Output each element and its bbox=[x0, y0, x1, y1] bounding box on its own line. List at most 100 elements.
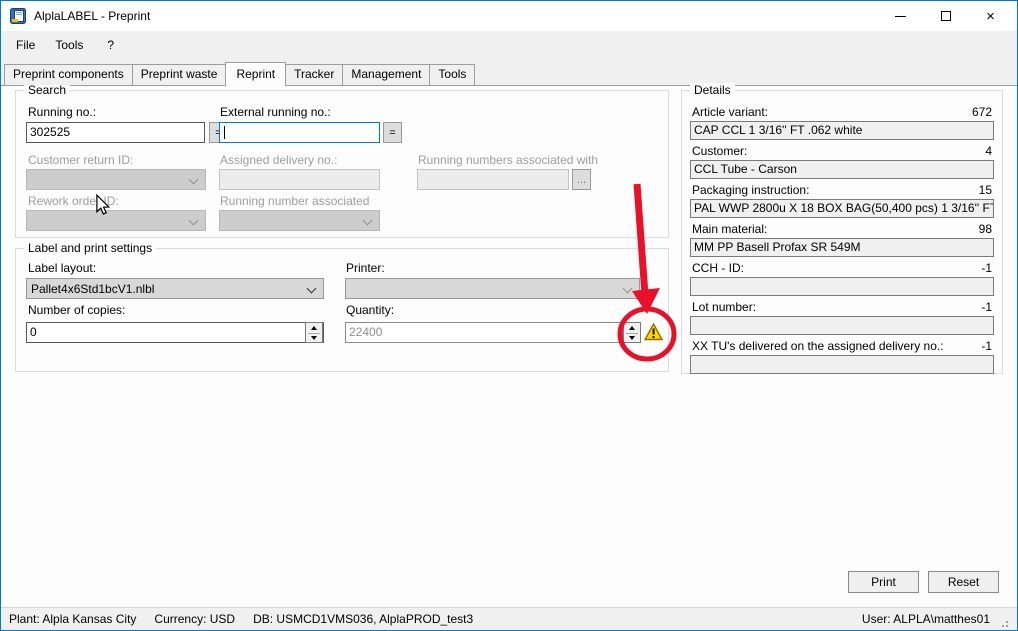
status-db: DB: USMCD1VMS036, AlplaPROD_test3 bbox=[253, 612, 473, 626]
quantity-spinner[interactable] bbox=[623, 322, 641, 343]
detail-label: CCH - ID: bbox=[692, 261, 744, 275]
maximize-icon bbox=[941, 11, 951, 21]
warning-triangle-icon bbox=[644, 323, 663, 341]
reset-button[interactable]: Reset bbox=[928, 571, 999, 593]
running-no-input[interactable]: 302525 bbox=[26, 122, 205, 143]
detail-row-tus-delivered: XX TU's delivered on the assigned delive… bbox=[690, 339, 994, 374]
number-of-copies-spinner[interactable] bbox=[305, 322, 323, 343]
tab-preprint-components[interactable]: Preprint components bbox=[4, 64, 133, 85]
menu-file[interactable]: File bbox=[6, 34, 45, 56]
detail-value bbox=[690, 316, 994, 335]
app-icon bbox=[10, 8, 26, 24]
triangle-up-icon bbox=[629, 326, 635, 330]
chevron-down-icon bbox=[363, 216, 373, 226]
triangle-down-icon bbox=[629, 336, 635, 340]
details-groupbox: Details Article variant: 672 CAP CCL 1 3… bbox=[681, 90, 1003, 374]
chevron-down-icon bbox=[623, 284, 633, 294]
quantity-input[interactable]: 22400 bbox=[345, 322, 623, 343]
detail-id: -1 bbox=[981, 300, 992, 314]
running-numbers-associated-with-label: Running numbers associated with bbox=[418, 153, 598, 167]
chevron-down-icon bbox=[189, 216, 199, 226]
detail-label: Main material: bbox=[692, 222, 767, 236]
minimize-button[interactable] bbox=[878, 1, 923, 31]
chevron-down-icon bbox=[189, 175, 199, 185]
details-legend: Details bbox=[690, 83, 735, 97]
external-running-no-input[interactable] bbox=[219, 122, 380, 143]
close-icon: × bbox=[986, 8, 995, 25]
running-numbers-associated-with-input[interactable] bbox=[417, 169, 569, 190]
detail-row-customer: Customer: 4 CCL Tube - Carson bbox=[690, 144, 994, 179]
detail-id: 4 bbox=[985, 144, 992, 158]
detail-row-lot-number: Lot number: -1 bbox=[690, 300, 994, 335]
tab-management[interactable]: Management bbox=[342, 64, 430, 85]
number-of-copies-label: Number of copies: bbox=[28, 303, 125, 317]
detail-value: MM PP Basell Profax SR 549M bbox=[690, 238, 994, 257]
search-legend: Search bbox=[24, 83, 70, 97]
label-layout-combobox[interactable]: Pallet4x6Std1bcV1.nlbl bbox=[26, 278, 324, 299]
detail-id: -1 bbox=[981, 261, 992, 275]
triangle-up-icon bbox=[311, 326, 317, 330]
tab-reprint[interactable]: Reprint bbox=[225, 62, 286, 86]
printer-combobox[interactable] bbox=[345, 278, 640, 299]
detail-value: CAP CCL 1 3/16'' FT .062 white bbox=[690, 121, 994, 140]
running-no-label: Running no.: bbox=[28, 105, 96, 119]
detail-value: CCL Tube - Carson bbox=[690, 160, 994, 179]
label-print-settings-legend: Label and print settings bbox=[24, 241, 156, 255]
external-running-no-equals-button[interactable]: = bbox=[383, 122, 402, 143]
detail-label: XX TU's delivered on the assigned delive… bbox=[692, 339, 944, 353]
tab-tracker[interactable]: Tracker bbox=[285, 64, 343, 85]
spin-up-button[interactable] bbox=[306, 323, 322, 332]
detail-row-packaging-instruction: Packaging instruction: 15 PAL WWP 2800u … bbox=[690, 183, 994, 218]
maximize-button[interactable] bbox=[923, 1, 968, 31]
customer-return-id-label: Customer return ID: bbox=[28, 153, 133, 167]
rework-order-id-combobox[interactable] bbox=[26, 210, 206, 231]
running-number-associated-combobox[interactable] bbox=[219, 210, 380, 231]
external-running-no-label: External running no.: bbox=[220, 105, 331, 119]
tab-tools[interactable]: Tools bbox=[429, 64, 475, 85]
triangle-down-icon bbox=[311, 336, 317, 340]
minimize-icon bbox=[895, 16, 906, 17]
label-layout-label: Label layout: bbox=[28, 261, 96, 275]
number-of-copies-input[interactable]: 0 bbox=[26, 322, 324, 343]
status-currency: Currency: USD bbox=[154, 612, 235, 626]
print-button[interactable]: Print bbox=[848, 571, 919, 593]
detail-id: 15 bbox=[979, 183, 992, 197]
window-title: AlplaLABEL - Preprint bbox=[34, 9, 150, 23]
reprint-tab-page: Search Running no.: 302525 = External ru… bbox=[1, 85, 1017, 607]
spin-down-button[interactable] bbox=[624, 333, 640, 342]
assigned-delivery-no-input[interactable] bbox=[219, 169, 380, 190]
resize-grip[interactable] bbox=[1000, 619, 1009, 628]
detail-label: Lot number: bbox=[692, 300, 756, 314]
detail-label: Customer: bbox=[692, 144, 747, 158]
status-plant: Plant: Alpla Kansas City bbox=[9, 612, 136, 626]
tab-strip: Preprint components Preprint waste Repri… bbox=[4, 62, 474, 85]
rework-order-id-label: Rework order ID: bbox=[28, 194, 119, 208]
details-body: Article variant: 672 CAP CCL 1 3/16'' FT… bbox=[690, 101, 994, 374]
customer-return-id-combobox[interactable] bbox=[26, 169, 206, 190]
detail-label: Article variant: bbox=[692, 105, 768, 119]
assigned-delivery-no-label: Assigned delivery no.: bbox=[220, 153, 337, 167]
quantity-label: Quantity: bbox=[346, 303, 394, 317]
detail-id: -1 bbox=[981, 339, 992, 353]
label-print-settings-groupbox: Label and print settings Label layout: P… bbox=[15, 248, 669, 372]
title-bar[interactable]: AlplaLABEL - Preprint × bbox=[1, 1, 1017, 31]
detail-row-article-variant: Article variant: 672 CAP CCL 1 3/16'' FT… bbox=[690, 105, 994, 140]
close-button[interactable]: × bbox=[968, 1, 1013, 31]
detail-value bbox=[690, 277, 994, 296]
label-layout-value: Pallet4x6Std1bcV1.nlbl bbox=[31, 282, 154, 296]
text-caret bbox=[224, 126, 225, 139]
menu-help[interactable]: ? bbox=[99, 34, 122, 56]
detail-value bbox=[690, 355, 994, 374]
running-number-associated-label: Running number associated bbox=[220, 194, 369, 208]
spin-down-button[interactable] bbox=[306, 333, 322, 342]
running-numbers-browse-button[interactable]: ... bbox=[572, 169, 591, 190]
menu-bar: File Tools ? bbox=[1, 31, 1017, 58]
spin-up-button[interactable] bbox=[624, 323, 640, 332]
detail-value: PAL WWP 2800u X 18 BOX BAG(50,400 pcs) 1… bbox=[690, 199, 994, 218]
search-groupbox: Search Running no.: 302525 = External ru… bbox=[15, 90, 669, 238]
detail-id: 672 bbox=[972, 105, 992, 119]
menu-tools[interactable]: Tools bbox=[45, 34, 93, 56]
detail-row-main-material: Main material: 98 MM PP Basell Profax SR… bbox=[690, 222, 994, 257]
detail-label: Packaging instruction: bbox=[692, 183, 809, 197]
tab-preprint-waste[interactable]: Preprint waste bbox=[132, 64, 227, 85]
